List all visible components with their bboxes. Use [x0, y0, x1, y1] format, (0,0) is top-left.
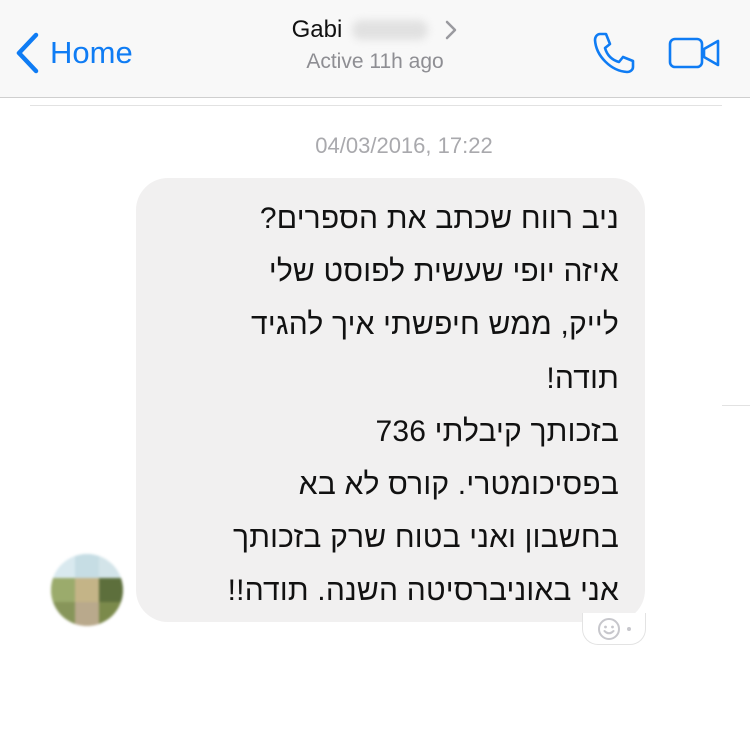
divider — [722, 405, 750, 406]
message-line: בזכותך קיבלתי 736 — [375, 414, 619, 448]
contact-name: Gabi — [291, 16, 343, 43]
message-line: בפסיכומטרי. קורס לא בא — [298, 468, 619, 502]
divider — [30, 105, 722, 106]
contact-header[interactable]: Gabi Active 11h ago — [0, 16, 750, 74]
navigation-bar: Home Gabi Active 11h ago — [0, 0, 750, 98]
smiley-icon — [598, 617, 620, 640]
chevron-right-icon — [446, 20, 457, 40]
avatar[interactable] — [51, 554, 123, 626]
message-bubble[interactable]: ניב רווח שכתב את הספרים? איזה יופי שעשית… — [136, 178, 645, 622]
message-timestamp: 04/03/2016, 17:22 — [315, 133, 493, 158]
contact-status: Active 11h ago — [306, 50, 444, 73]
redacted-surname — [352, 20, 429, 40]
phone-icon — [593, 32, 635, 74]
video-camera-icon — [668, 37, 720, 69]
message-line: לייק, ממש חיפשתי איך להגיד — [251, 308, 619, 342]
message-line: תודה! — [546, 361, 619, 395]
message-line: אני באוניברסיטה השנה. תודה!! — [227, 574, 619, 608]
reaction-plus-dot — [627, 626, 631, 631]
call-button[interactable] — [591, 30, 637, 81]
video-call-button[interactable] — [668, 37, 720, 74]
contact-name-row[interactable]: Gabi — [292, 16, 459, 44]
reaction-button[interactable] — [582, 613, 646, 645]
message-line: בחשבון ואני בטוח שרק בזכותך — [233, 521, 619, 555]
message-line: איזה יופי שעשית לפוסט שלי — [268, 255, 619, 289]
message-line: ניב רווח שכתב את הספרים? — [259, 202, 619, 235]
